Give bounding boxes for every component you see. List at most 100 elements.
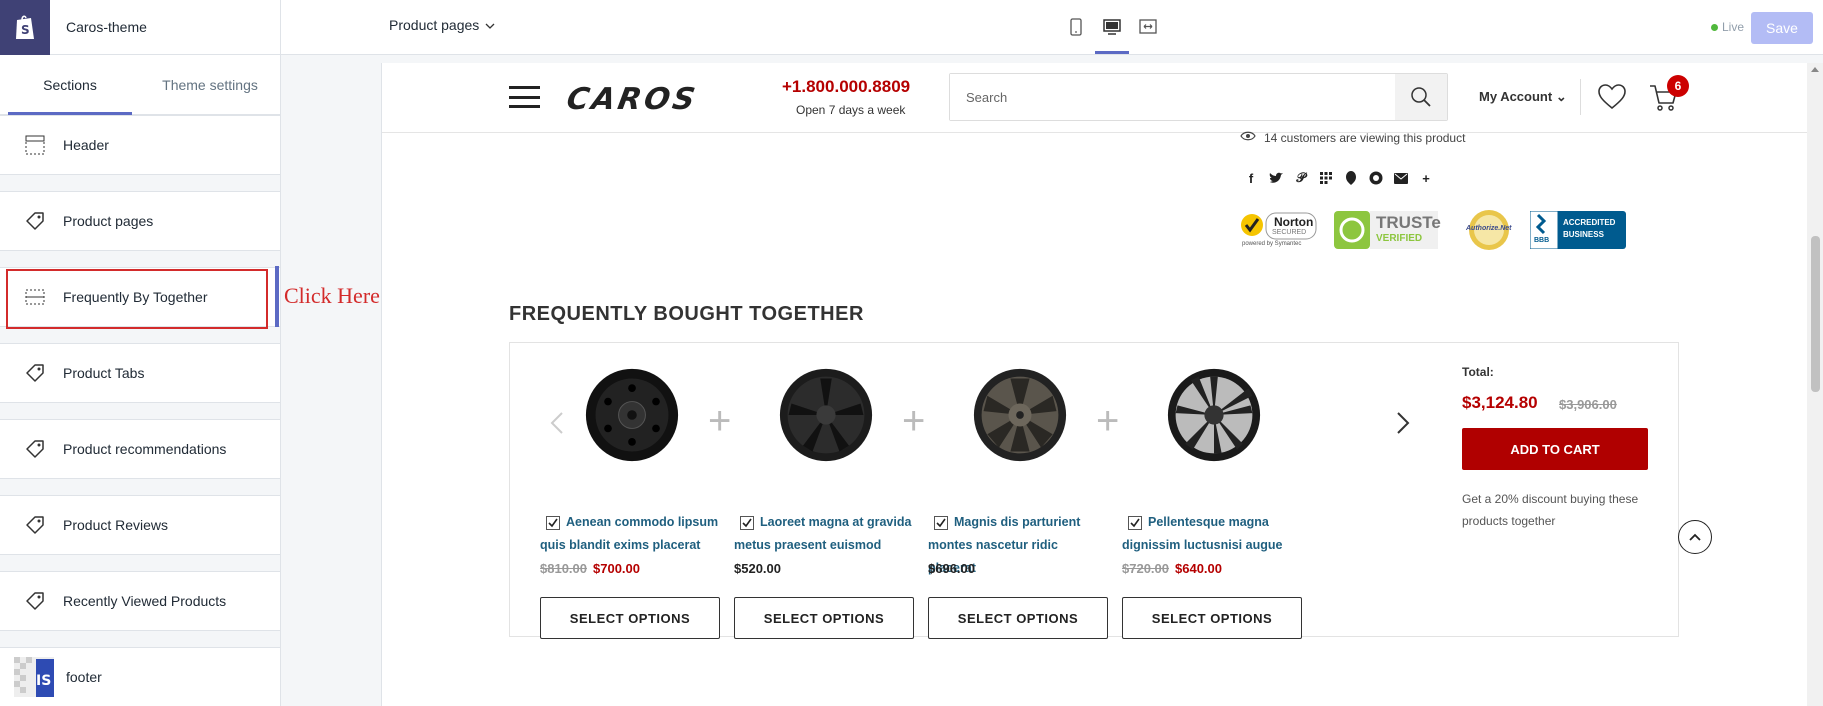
product-checkbox[interactable] (740, 516, 754, 530)
product-title: Aenean commodo lipsum quis blandit exims… (540, 515, 719, 552)
svg-text:IS: IS (36, 673, 51, 689)
editor-sidebar: S Caros-theme Sections Theme settings He… (0, 0, 281, 706)
fbt-product: Magnis dis parturient montes nascetur ri… (928, 367, 1118, 639)
pinterest-icon[interactable]: 𝒫 (1292, 169, 1310, 187)
sidebar-item-product-pages[interactable]: Product pages (0, 191, 280, 251)
search-icon[interactable] (1395, 74, 1447, 120)
total-price: $3,124.80 (1462, 393, 1538, 412)
product-name[interactable]: Laoreet magna at gravida metus praesent … (734, 511, 914, 557)
wishlist-heart-icon[interactable] (1597, 83, 1627, 116)
facebook-icon[interactable]: f (1242, 169, 1260, 187)
store-phone[interactable]: +1.800.000.8809 (782, 77, 910, 97)
norton-secured: SECURED (1272, 229, 1307, 236)
sidebar-item-footer[interactable]: IS footer (0, 647, 280, 706)
twitter-icon[interactable] (1267, 169, 1285, 187)
theme-name: Caros-theme (66, 19, 147, 35)
tab-theme-settings[interactable]: Theme settings (140, 55, 280, 114)
price: $696.00 (928, 561, 975, 576)
highlight-box (6, 269, 268, 329)
product-title: Laoreet magna at gravida metus praesent … (734, 515, 912, 552)
sidebar-item-recently-viewed-products[interactable]: Recently Viewed Products (0, 571, 280, 631)
add-to-cart-button[interactable]: ADD TO CART (1462, 428, 1648, 470)
scrollbar-thumb[interactable] (1811, 236, 1820, 392)
eye-icon (1240, 130, 1256, 145)
editor-topbar: Product pages Live Save (281, 0, 1823, 55)
select-options-button[interactable]: SELECT OPTIONS (1122, 597, 1302, 639)
store-hours: Open 7 days a week (796, 103, 906, 117)
product-name[interactable]: Pellentesque magna dignissim luctusnisi … (1122, 511, 1302, 557)
authorize-net-badge: Authorize.Net (1464, 209, 1514, 251)
chevron-down-icon: ⌄ (1555, 89, 1567, 104)
header-layout-icon (24, 134, 46, 156)
sidebar-brand: S Caros-theme (0, 0, 280, 55)
save-button[interactable]: Save (1751, 12, 1813, 44)
store-preview: CAROS +1.800.000.8809 Open 7 days a week… (381, 63, 1807, 706)
plus-icon: + (902, 399, 926, 443)
mobile-view-icon[interactable] (1063, 14, 1089, 40)
live-label: Live (1722, 20, 1745, 34)
sidebar-item-product-tabs[interactable]: Product Tabs (0, 343, 280, 403)
product-checkbox[interactable] (546, 516, 560, 530)
menu-icon[interactable] (509, 86, 540, 108)
search-input[interactable] (950, 74, 1395, 120)
more-icon[interactable]: + (1417, 169, 1435, 187)
truste-badge: TRUSTe VERIFIED (1334, 211, 1441, 249)
preview-scrollbar[interactable] (1807, 63, 1823, 706)
carousel-next-icon[interactable] (1396, 409, 1410, 443)
six-spoke-wheel-image[interactable] (972, 367, 1068, 463)
plus-icon: + (708, 399, 732, 443)
store-search (949, 73, 1448, 121)
fullscreen-view-icon[interactable] (1135, 14, 1161, 40)
product-name[interactable]: Aenean commodo lipsum quis blandit exims… (540, 511, 720, 557)
page-selector-label: Product pages (389, 17, 480, 33)
split-spoke-wheel-image[interactable] (1166, 367, 1262, 463)
sidebar-item-product-recommendations[interactable]: Product recommendations (0, 419, 280, 479)
product-price: $720.00 $640.00 (1122, 561, 1222, 576)
bbb-badge: BBB ACCREDITED BUSINESS (1530, 211, 1626, 249)
viewers-text: 14 customers are viewing this product (1264, 130, 1466, 145)
old-price: $810.00 (540, 561, 587, 576)
tumblr-icon[interactable] (1342, 169, 1360, 187)
tab-sections[interactable]: Sections (0, 55, 140, 115)
select-options-button[interactable]: SELECT OPTIONS (734, 597, 914, 639)
grid-icon[interactable] (1317, 169, 1335, 187)
scroll-up-icon[interactable] (1811, 67, 1819, 72)
sidebar-item-product-reviews[interactable]: Product Reviews (0, 495, 280, 555)
header-divider (1580, 79, 1581, 115)
back-to-top-icon[interactable] (1678, 520, 1712, 554)
sidebar-item-label: Recently Viewed Products (63, 593, 227, 609)
steel-wheel-image[interactable] (584, 367, 680, 463)
reddit-icon[interactable] (1367, 169, 1385, 187)
viewers-notice: 14 customers are viewing this product (1240, 130, 1465, 145)
select-options-button[interactable]: SELECT OPTIONS (540, 597, 720, 639)
sidebar-item-label: Product pages (63, 213, 154, 229)
page-selector[interactable]: Product pages (389, 17, 495, 33)
truste-title: TRUSTe (1376, 213, 1441, 232)
account-label: My Account (1479, 89, 1553, 104)
product-price: $520.00 (734, 561, 781, 576)
sidebar-item-label: Header (63, 137, 109, 153)
tag-icon (24, 590, 46, 612)
store-logo[interactable]: CAROS (564, 82, 701, 117)
desktop-view-icon[interactable] (1095, 14, 1129, 54)
shopify-logo[interactable]: S (0, 0, 50, 55)
total-label: Total: (1462, 365, 1494, 379)
email-icon[interactable] (1392, 169, 1410, 187)
old-price: $720.00 (1122, 561, 1169, 576)
discount-text: Get a 20% discount buying these products… (1462, 492, 1639, 528)
account-menu[interactable]: My Account ⌄ (1479, 89, 1567, 105)
product-checkbox[interactable] (934, 516, 948, 530)
product-price: $810.00 $700.00 (540, 561, 640, 576)
sidebar-item-header[interactable]: Header (0, 115, 280, 175)
select-options-button[interactable]: SELECT OPTIONS (928, 597, 1108, 639)
price: $520.00 (734, 561, 781, 576)
sidebar-item-label: footer (66, 669, 102, 685)
bbb-line-2: BUSINESS (1563, 230, 1604, 239)
authorize-title: Authorize.Net (1466, 225, 1512, 232)
product-price: $696.00 (928, 561, 975, 576)
device-toggle (1063, 14, 1161, 54)
product-checkbox[interactable] (1128, 516, 1142, 530)
sidebar-item-label: Product Tabs (63, 365, 145, 381)
footer-thumbnail: IS (14, 657, 54, 697)
five-spoke-wheel-image[interactable] (778, 367, 874, 463)
